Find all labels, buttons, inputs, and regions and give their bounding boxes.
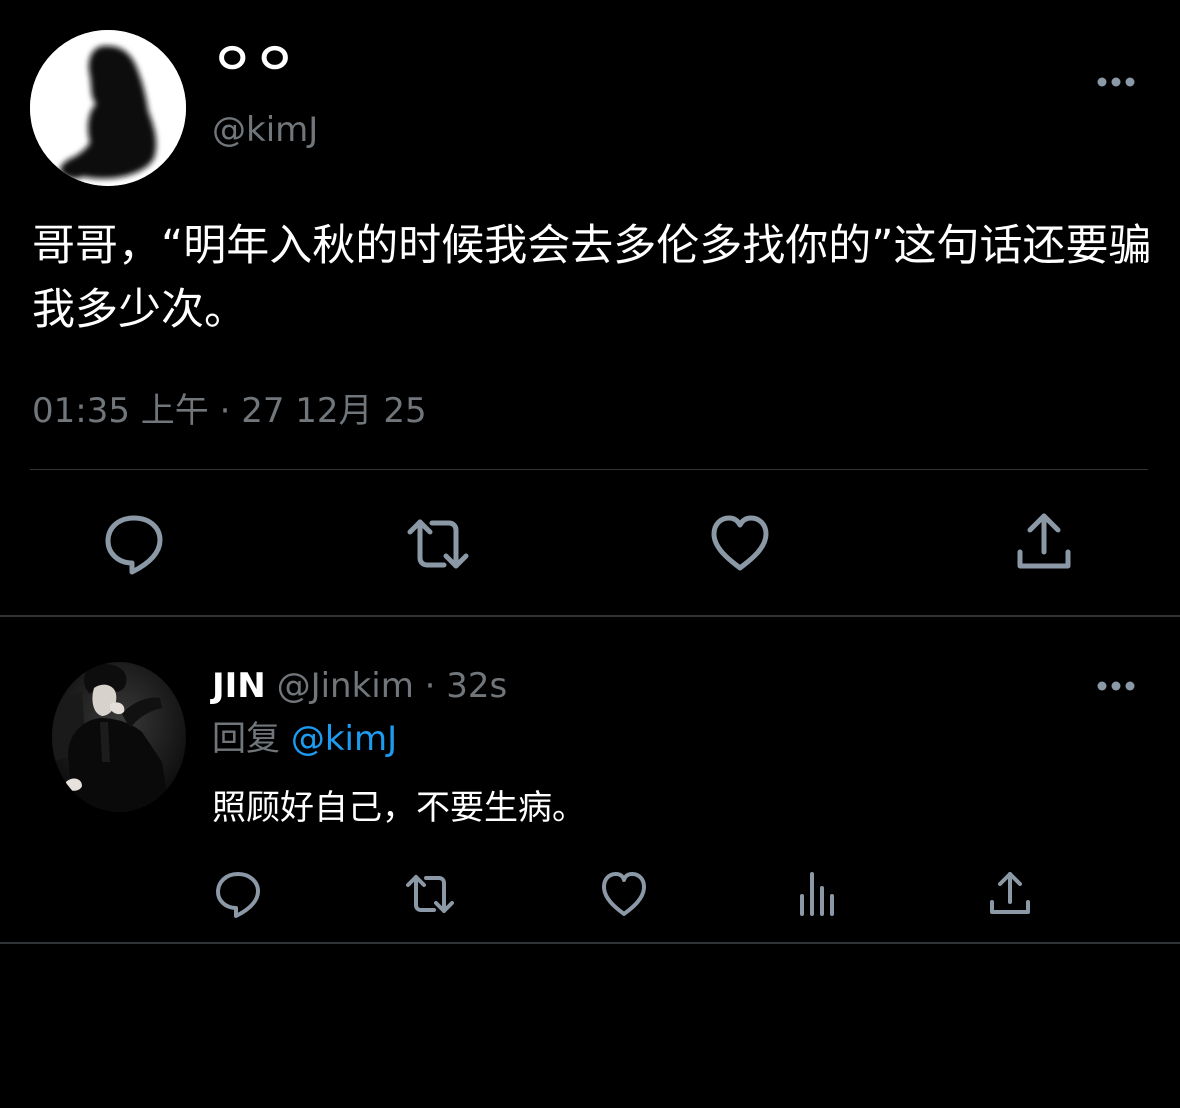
author-handle[interactable]: @kimJ [212,108,318,152]
replying-to-label: 回复 [212,719,280,759]
replying-to-handle[interactable]: @kimJ [291,719,397,759]
share-button[interactable] [982,866,1038,922]
like-button[interactable] [704,508,776,580]
more-options-button[interactable] [1090,666,1142,706]
reply-header: JIN @Jinkim · 32s [212,663,507,709]
retweet-icon [407,519,469,569]
reply-button[interactable] [98,508,170,580]
reply-display-name[interactable]: JIN [212,666,266,706]
reply-author-avatar[interactable] [52,662,186,812]
divider [0,942,1180,944]
speech-bubble-icon [216,872,260,918]
heart-icon [711,515,769,571]
replying-to: 回复 @kimJ [212,716,397,762]
author-display-name[interactable]: ㅇㅇ [212,34,297,86]
share-button[interactable] [1008,508,1080,580]
analytics-button[interactable] [790,866,846,922]
like-button[interactable] [596,866,652,922]
silhouette-avatar-icon [30,30,186,186]
divider [0,615,1180,617]
share-upload-icon [1017,513,1071,569]
reply-timestamp[interactable]: 32s [446,666,507,706]
share-upload-icon [990,872,1030,914]
heart-icon [602,872,646,916]
more-options-button[interactable] [1090,62,1142,102]
more-horizontal-icon [1097,77,1135,87]
profile-photo-avatar-icon [52,662,186,812]
reply-text: 照顾好自己，不要生病。 [212,788,586,828]
tweet-text: 哥哥，“明年入秋的时候我会去多伦多找你的”这句话还要骗我多少次。 [32,221,1152,335]
more-horizontal-icon [1097,681,1135,691]
retweet-button[interactable] [402,508,474,580]
tweet-timestamp[interactable]: 01:35 上午 · 27 12月 25 [32,388,427,434]
reply-handle[interactable]: @Jinkim [277,666,414,706]
separator-dot: · [424,666,436,706]
author-avatar[interactable] [30,30,186,186]
retweet-icon [406,875,454,913]
bar-chart-icon [800,872,834,916]
speech-bubble-icon [105,515,163,575]
reply-button[interactable] [210,866,266,922]
retweet-button[interactable] [402,866,458,922]
divider [30,469,1148,470]
